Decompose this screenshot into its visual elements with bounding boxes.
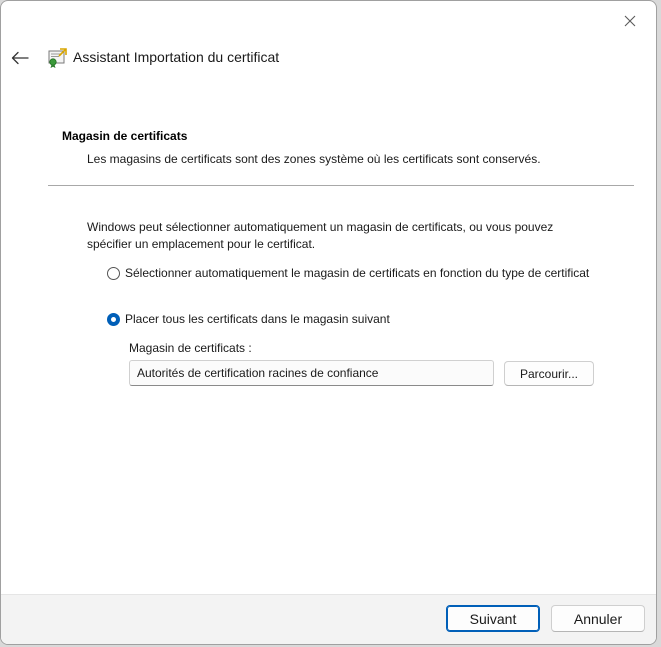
next-button[interactable]: Suivant <box>446 605 540 632</box>
intro-text: Windows peut sélectionner automatiquemen… <box>87 220 554 251</box>
window-title: Assistant Importation du certificat <box>73 49 280 65</box>
cancel-button[interactable]: Annuler <box>551 605 645 632</box>
certificate-store-field[interactable] <box>129 360 494 386</box>
radio-place-in-store-label: Placer tous les certificats dans le maga… <box>125 312 390 326</box>
certificate-store-label: Magasin de certificats : <box>129 341 252 355</box>
section-title: Magasin de certificats <box>62 129 188 143</box>
section-description: Les magasins de certificats sont des zon… <box>87 152 541 166</box>
radio-button-unselected[interactable] <box>107 267 120 280</box>
close-button[interactable] <box>612 7 648 35</box>
radio-auto-select-store[interactable]: Sélectionner automatiquement le magasin … <box>107 265 597 281</box>
browse-button[interactable]: Parcourir... <box>504 361 594 386</box>
back-arrow-icon <box>11 51 29 65</box>
certificate-import-wizard-window: Assistant Importation du certificat Maga… <box>0 0 657 645</box>
header-divider <box>48 185 634 186</box>
radio-button-selected[interactable] <box>107 313 120 326</box>
certificate-wizard-icon <box>48 48 67 68</box>
back-button[interactable] <box>7 45 33 71</box>
radio-auto-select-label: Sélectionner automatiquement le magasin … <box>125 266 590 280</box>
radio-place-in-store[interactable]: Placer tous les certificats dans le maga… <box>107 311 390 327</box>
close-icon <box>624 15 636 27</box>
